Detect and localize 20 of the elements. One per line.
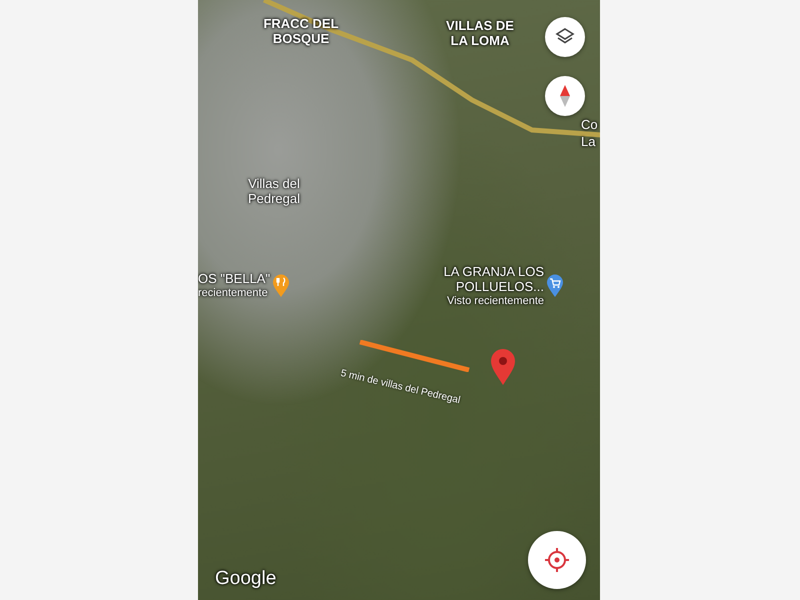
place-label: Co La xyxy=(581,116,599,150)
place-label: FRACC DEL BOSQUE xyxy=(262,16,340,46)
map-attribution: Google xyxy=(215,568,276,590)
poi-label[interactable]: OS "BELLA" recientemente xyxy=(198,271,270,300)
distance-annotation: 5 min de villas del Pedregal xyxy=(340,368,462,406)
satellite-map-background[interactable]: FRACC DEL BOSQUE VILLAS DE LA LOMA Villas del Pedregal Co La OS "BELLA" recientemente LA GRANJA LOS POLLUELOS... Visto recientemente 5 min de villas del Pedregal Google xyxy=(198,0,600,600)
poi-name: OS "BELLA" xyxy=(198,271,270,286)
layers-button[interactable] xyxy=(545,17,585,57)
poi-subtitle: Visto recientemente xyxy=(446,294,544,308)
my-location-button[interactable] xyxy=(528,531,586,589)
compass-icon xyxy=(559,84,571,108)
poi-subtitle: recientemente xyxy=(198,286,269,300)
poi-name: LA GRANJA LOS POLLUELOS... xyxy=(442,264,544,294)
crosshair-icon xyxy=(544,547,570,573)
place-label: Villas del Pedregal xyxy=(246,176,302,206)
fork-knife-pin-icon[interactable] xyxy=(272,274,290,298)
compass-button[interactable] xyxy=(545,76,585,116)
place-label: VILLAS DE LA LOMA xyxy=(445,18,515,48)
poi-label[interactable]: LA GRANJA LOS POLLUELOS... Visto recientemente xyxy=(434,264,544,308)
shopping-cart-pin-icon[interactable] xyxy=(546,274,564,298)
